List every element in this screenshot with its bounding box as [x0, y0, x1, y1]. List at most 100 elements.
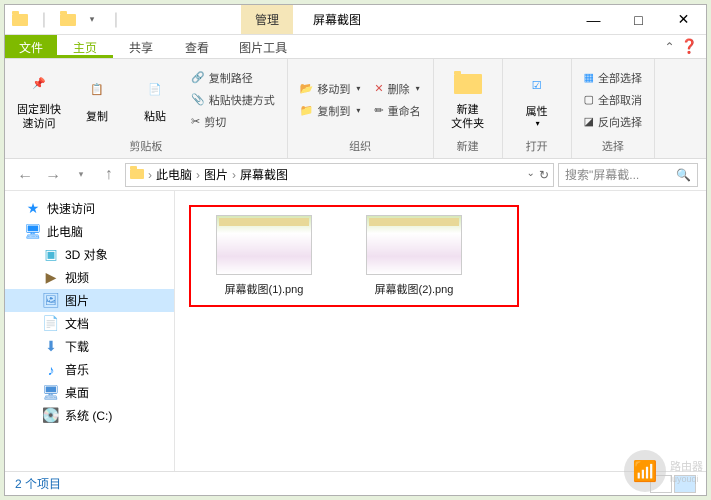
- highlight-box: 屏幕截图(1).png 屏幕截图(2).png: [189, 205, 519, 307]
- sidebar-item-label: 下载: [65, 338, 89, 355]
- watermark: 📶 路由器 luyouqi: [624, 450, 703, 492]
- sidebar-item[interactable]: ▶ 视频: [5, 266, 174, 289]
- file-item[interactable]: 屏幕截图(2).png: [349, 215, 479, 297]
- qat-sep: |: [105, 9, 127, 31]
- sidebar-item-icon: 💽: [43, 408, 59, 424]
- file-tab[interactable]: 文件: [5, 35, 57, 58]
- cut-button[interactable]: ✂剪切: [187, 112, 279, 132]
- sidebar-item-icon: 📄: [43, 316, 59, 332]
- move-to-button[interactable]: 📂移动到▾: [296, 79, 365, 99]
- sidebar-item-label: 视频: [65, 269, 89, 286]
- paste-button[interactable]: 📄 粘贴: [129, 63, 181, 136]
- breadcrumb[interactable]: › 此电脑 › 图片 › 屏幕截图 ⌄ ↻: [125, 163, 554, 187]
- sidebar-item[interactable]: 🖥桌面: [5, 381, 174, 404]
- properties-button[interactable]: ☑ 属性▾: [511, 63, 563, 136]
- file-item[interactable]: 屏幕截图(1).png: [199, 215, 329, 297]
- sidebar-item[interactable]: ▣ 3D 对象: [5, 243, 174, 266]
- select-none-button[interactable]: ▢全部取消: [580, 90, 646, 110]
- chevron-right-icon[interactable]: ›: [148, 168, 152, 182]
- share-tab[interactable]: 共享: [113, 35, 169, 58]
- sidebar-item[interactable]: ♪ 音乐: [5, 358, 174, 381]
- copy-to-button[interactable]: 📁复制到▾: [296, 101, 365, 121]
- close-button[interactable]: ✕: [661, 5, 706, 35]
- select-all-button[interactable]: ▦全部选择: [580, 68, 646, 88]
- search-input[interactable]: 搜索"屏幕截... 🔍: [558, 163, 698, 187]
- chevron-right-icon[interactable]: ›: [196, 168, 200, 182]
- sidebar-item-icon: ▣: [43, 247, 59, 263]
- shortcut-icon: 📎: [191, 93, 205, 106]
- history-dropdown[interactable]: ▾: [69, 163, 93, 187]
- delete-button[interactable]: ✕删除▾: [370, 79, 424, 99]
- picture-tools-tab[interactable]: 图片工具: [225, 35, 301, 58]
- sidebar-item-label: 文档: [65, 315, 89, 332]
- minimize-button[interactable]: —: [571, 5, 616, 35]
- maximize-button[interactable]: □: [616, 5, 661, 35]
- sidebar-item-label: 图片: [65, 292, 89, 309]
- scissors-icon: ✂: [191, 115, 200, 128]
- rename-button[interactable]: ✏重命名: [370, 101, 424, 121]
- thumbnail-icon: [366, 215, 462, 275]
- invert-selection-button[interactable]: ◪反向选择: [580, 112, 646, 132]
- home-tab[interactable]: 主页: [57, 35, 113, 58]
- file-list-pane[interactable]: 屏幕截图(1).png 屏幕截图(2).png: [175, 191, 706, 471]
- breadcrumb-pictures[interactable]: 图片: [204, 166, 228, 183]
- folder-icon[interactable]: [9, 9, 31, 31]
- properties-icon: ☑: [521, 70, 553, 102]
- new-folder-button[interactable]: 新建 文件夹: [442, 63, 494, 136]
- copy-path-button[interactable]: 🔗复制路径: [187, 68, 279, 88]
- sidebar-item[interactable]: ★ 快速访问: [5, 197, 174, 220]
- folder-icon[interactable]: [57, 9, 79, 31]
- breadcrumb-screenshots[interactable]: 屏幕截图: [240, 166, 288, 183]
- organize-group-label: 组织: [296, 138, 425, 154]
- open-group-label: 打开: [511, 138, 563, 154]
- sidebar-item[interactable]: 📄 文档: [5, 312, 174, 335]
- sidebar-item-label: 桌面: [65, 384, 89, 401]
- search-icon: 🔍: [676, 168, 691, 182]
- collapse-ribbon-icon[interactable]: ⌃: [665, 40, 675, 54]
- contextual-tab-group: 管理: [241, 5, 293, 34]
- chevron-right-icon[interactable]: ›: [232, 168, 236, 182]
- paste-shortcut-button[interactable]: 📎粘贴快捷方式: [187, 90, 279, 110]
- new-group-label: 新建: [442, 138, 494, 154]
- new-folder-icon: [452, 68, 484, 100]
- sidebar-item-icon: 🖥: [25, 224, 41, 240]
- clipboard-group-label: 剪贴板: [13, 138, 279, 154]
- copy-icon: 📋: [81, 75, 113, 107]
- sidebar-item-label: 3D 对象: [65, 246, 108, 263]
- help-icon[interactable]: ❓: [681, 38, 698, 55]
- sidebar-item-icon: ▶: [43, 270, 59, 286]
- qat-dropdown-icon[interactable]: ▾: [81, 9, 103, 31]
- folder-icon: [130, 168, 144, 182]
- sidebar-item-label: 音乐: [65, 361, 89, 378]
- navigation-pane: ★快速访问🖥此电脑▣3D 对象▶视频🖼图片📄文档⬇下载♪音乐🖥桌面💽系统 (C:…: [5, 191, 175, 471]
- up-button[interactable]: ↑: [97, 163, 121, 187]
- rename-icon: ✏: [374, 104, 383, 117]
- invert-icon: ◪: [584, 115, 594, 128]
- selectnone-icon: ▢: [584, 93, 594, 106]
- sidebar-item-icon: ♪: [43, 362, 59, 378]
- sidebar-item-icon: ★: [25, 201, 41, 217]
- pin-icon: 📌: [23, 68, 55, 100]
- breadcrumb-this-pc[interactable]: 此电脑: [156, 166, 192, 183]
- copy-button[interactable]: 📋 复制: [71, 63, 123, 136]
- sidebar-item[interactable]: 💽系统 (C:): [5, 404, 174, 427]
- selectall-icon: ▦: [584, 71, 594, 84]
- navigation-bar: ← → ▾ ↑ › 此电脑 › 图片 › 屏幕截图 ⌄ ↻ 搜索"屏幕截... …: [5, 159, 706, 191]
- delete-icon: ✕: [374, 82, 383, 95]
- sidebar-item-label: 快速访问: [47, 200, 95, 217]
- window-title: 屏幕截图: [313, 11, 361, 28]
- watermark-icon: 📶: [624, 450, 666, 492]
- file-name: 屏幕截图(2).png: [375, 281, 454, 297]
- sidebar-item[interactable]: 🖼图片: [5, 289, 174, 312]
- view-tab[interactable]: 查看: [169, 35, 225, 58]
- sidebar-item[interactable]: 🖥此电脑: [5, 220, 174, 243]
- refresh-icon[interactable]: ↻: [539, 168, 549, 182]
- breadcrumb-dropdown-icon[interactable]: ⌄: [527, 168, 535, 182]
- status-bar: 2 个项目: [5, 471, 706, 495]
- forward-button[interactable]: →: [41, 163, 65, 187]
- sidebar-item[interactable]: ⬇下载: [5, 335, 174, 358]
- qat-sep: |: [33, 9, 55, 31]
- pin-to-quick-access-button[interactable]: 📌 固定到快 速访问: [13, 63, 65, 136]
- select-group-label: 选择: [580, 138, 646, 154]
- back-button[interactable]: ←: [13, 163, 37, 187]
